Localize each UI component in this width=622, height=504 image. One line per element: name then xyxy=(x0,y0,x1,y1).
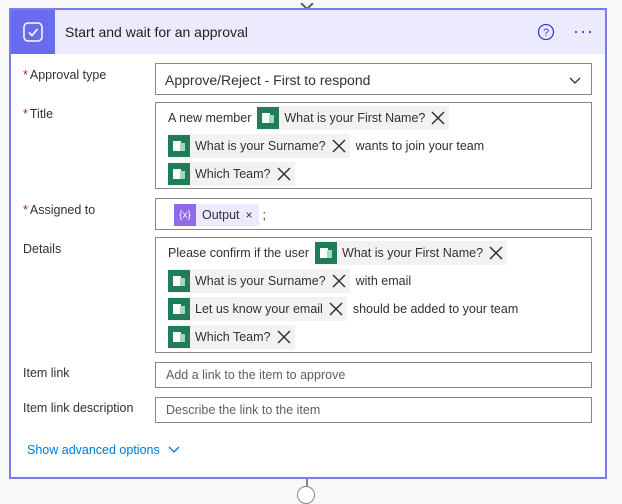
details-line: Let us know your email should be added t… xyxy=(168,297,524,321)
title-field[interactable]: A new member What is your First Name? Wh… xyxy=(155,102,592,189)
token-label: What is your First Name? xyxy=(342,246,484,260)
item-link-description-label: Item link description xyxy=(23,401,133,415)
token-label: Which Team? xyxy=(195,330,271,344)
item-link-placeholder: Add a link to the item to approve xyxy=(166,368,346,382)
assigned-to-line: {x} Output × ; xyxy=(174,203,272,227)
details-label: Details xyxy=(23,242,61,256)
static-text: A new member xyxy=(168,111,252,125)
static-text: Please confirm if the user xyxy=(168,246,310,260)
assigned-to-field[interactable]: {x} Output × ; xyxy=(155,198,592,230)
required-marker: * xyxy=(23,203,28,217)
static-text: wants to join your team xyxy=(355,139,485,153)
dynamic-content-token[interactable]: Which Team? xyxy=(168,162,295,186)
approval-type-label: * Approval type xyxy=(23,68,106,82)
dynamic-content-token[interactable]: Let us know your email xyxy=(168,297,347,321)
chevron-down-icon xyxy=(168,445,180,455)
token-label: What is your Surname? xyxy=(195,139,326,153)
item-link-label-text: Item link xyxy=(23,366,70,380)
forms-icon xyxy=(168,270,190,292)
separator-text: ; xyxy=(262,208,267,222)
token-label: Output xyxy=(202,208,240,222)
title-line: What is your Surname? wants to join your… xyxy=(168,134,490,158)
token-label: Let us know your email xyxy=(195,302,323,316)
title-line: A new member What is your First Name? xyxy=(168,106,455,130)
remove-token-icon[interactable] xyxy=(429,109,447,127)
help-icon[interactable]: ? xyxy=(537,23,555,41)
details-field[interactable]: Please confirm if the user What is your … xyxy=(155,237,592,353)
token-label: What is your Surname? xyxy=(195,274,326,288)
details-line: Which Team? xyxy=(168,325,301,349)
remove-token-icon[interactable] xyxy=(487,244,505,262)
title-label: * Title xyxy=(23,107,53,121)
dynamic-content-token[interactable]: What is your First Name? xyxy=(315,241,508,265)
chevron-down-icon xyxy=(569,74,581,86)
advanced-options-label: Show advanced options xyxy=(27,443,160,457)
token-label: Which Team? xyxy=(195,167,271,181)
dynamic-content-token[interactable]: What is your Surname? xyxy=(168,134,350,158)
title-label-text: Title xyxy=(29,107,54,121)
remove-token-icon[interactable] xyxy=(330,137,348,155)
details-line: What is your Surname? with email xyxy=(168,269,417,293)
forms-icon xyxy=(168,326,190,348)
token-label: What is your First Name? xyxy=(284,111,426,125)
card-header[interactable]: Start and wait for an approval ? ··· xyxy=(11,10,605,54)
forms-icon xyxy=(168,135,190,157)
variable-icon: {x} xyxy=(174,204,196,226)
required-marker: * xyxy=(23,68,28,82)
remove-token-icon[interactable] xyxy=(327,300,345,318)
remove-token-icon[interactable] xyxy=(330,272,348,290)
add-step-icon[interactable] xyxy=(297,486,315,504)
item-link-input[interactable]: Add a link to the item to approve xyxy=(155,362,592,388)
more-options-icon[interactable]: ··· xyxy=(573,22,594,40)
action-title: Start and wait for an approval xyxy=(65,24,248,40)
assigned-to-label: * Assigned to xyxy=(23,203,95,217)
assigned-to-label-text: Assigned to xyxy=(29,203,96,217)
forms-icon xyxy=(168,163,190,185)
approval-action-card: Start and wait for an approval ? ··· * Ap… xyxy=(9,8,607,479)
approval-type-dropdown[interactable]: Approve/Reject - First to respond xyxy=(155,63,592,95)
dynamic-content-token[interactable]: Which Team? xyxy=(168,325,295,349)
static-text: should be added to your team xyxy=(352,302,519,316)
item-link-description-input[interactable]: Describe the link to the item xyxy=(155,397,592,423)
dynamic-content-token[interactable]: What is your Surname? xyxy=(168,269,350,293)
forms-icon xyxy=(168,298,190,320)
remove-token-icon[interactable] xyxy=(275,165,293,183)
show-advanced-options-link[interactable]: Show advanced options xyxy=(27,443,180,457)
remove-token-icon[interactable] xyxy=(275,328,293,346)
static-text: with email xyxy=(355,274,412,288)
details-label-text: Details xyxy=(23,242,62,256)
item-link-description-label-text: Item link description xyxy=(23,401,134,415)
forms-icon xyxy=(257,107,280,129)
forms-icon xyxy=(315,242,338,264)
variable-token[interactable]: {x} Output × xyxy=(174,204,259,226)
required-marker: * xyxy=(23,107,28,121)
details-line: Please confirm if the user What is your … xyxy=(168,241,513,265)
item-link-description-placeholder: Describe the link to the item xyxy=(166,403,321,417)
item-link-label: Item link xyxy=(23,366,70,380)
svg-text:?: ? xyxy=(543,27,549,39)
connector-arrow-icon xyxy=(300,0,314,11)
dynamic-content-token[interactable]: What is your First Name? xyxy=(257,106,450,130)
remove-token-icon[interactable]: × xyxy=(246,208,253,222)
title-line: Which Team? xyxy=(168,162,301,186)
approval-type-label-text: Approval type xyxy=(29,68,107,82)
approval-icon xyxy=(11,10,55,54)
approval-type-value: Approve/Reject - First to respond xyxy=(165,72,371,88)
